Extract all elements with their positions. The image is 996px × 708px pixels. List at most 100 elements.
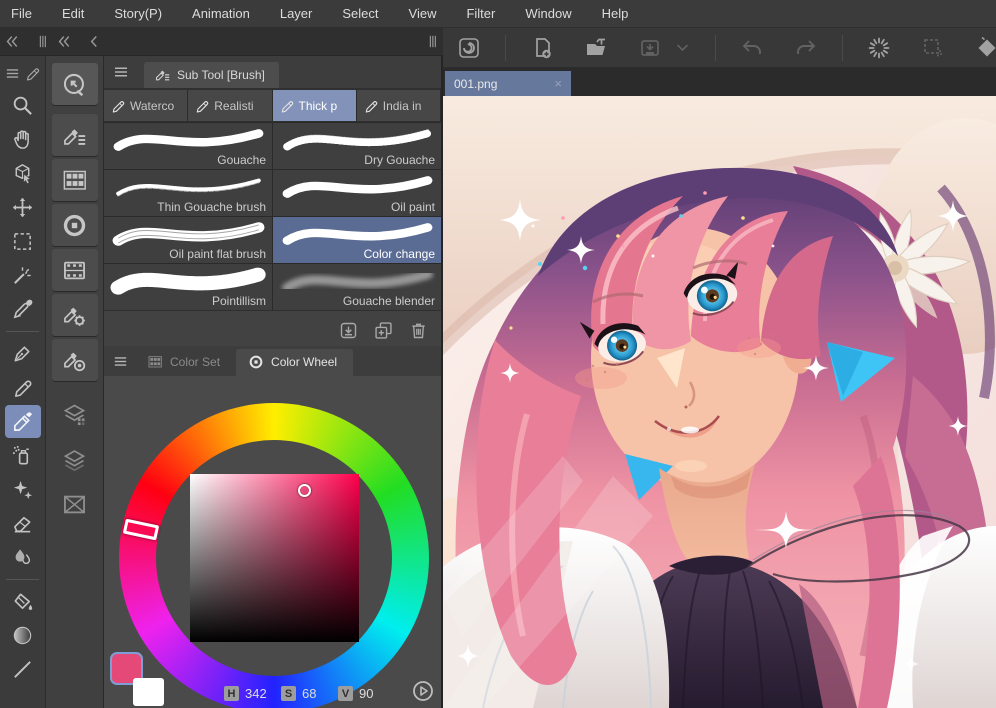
eyedropper-tool[interactable]	[5, 293, 41, 326]
hand-tool[interactable]	[5, 123, 41, 156]
tab-color-wheel[interactable]: Color Wheel	[236, 349, 353, 376]
snap-burst-icon[interactable]	[867, 36, 891, 60]
eraser-tool[interactable]	[5, 507, 41, 540]
fill-tool[interactable]	[5, 585, 41, 618]
layer-property-palette[interactable]	[52, 393, 98, 435]
deselect-icon[interactable]	[921, 36, 945, 60]
color-wheel-palette[interactable]	[52, 204, 98, 246]
color-panel: Color SetColor Wheel H342S68V90	[104, 346, 443, 708]
new-document-icon[interactable]	[530, 36, 554, 60]
panel-menu-icon[interactable]	[112, 353, 129, 370]
delete-sub-tool-icon[interactable]	[408, 320, 429, 341]
menu-file[interactable]: File	[0, 0, 47, 28]
color-set-palette[interactable]	[52, 159, 98, 201]
redo-icon[interactable]	[794, 36, 818, 60]
brush-tool[interactable]	[5, 405, 41, 438]
chevron-left-icon[interactable]	[86, 33, 103, 50]
tool-property-palette[interactable]	[52, 294, 98, 336]
brush-group-tab-indiain[interactable]: India in	[357, 90, 441, 121]
pencil-tool[interactable]	[5, 371, 41, 404]
app-logo-icon[interactable]	[457, 36, 481, 60]
brush-group-tab-thickp[interactable]: Thick p	[273, 90, 357, 121]
selection-tool[interactable]	[5, 225, 41, 258]
figure-icon	[11, 658, 34, 681]
brush-item-dry-gouache[interactable]: Dry Gouache	[273, 123, 441, 169]
close-icon[interactable]: ×	[554, 76, 571, 91]
document-tab[interactable]: 001.png ×	[445, 71, 571, 96]
menu-edit[interactable]: Edit	[47, 0, 99, 28]
quick-access-icon	[61, 71, 88, 98]
hsv-value-h: 342	[245, 686, 267, 701]
zoom-tool[interactable]	[5, 89, 41, 122]
collapse-double-left-icon[interactable]	[56, 33, 73, 50]
material-icon	[61, 257, 88, 284]
marker-icon	[11, 376, 34, 399]
brush-item-label: Thin Gouache brush	[157, 200, 266, 214]
open-file-icon[interactable]	[584, 36, 608, 60]
menu-help[interactable]: Help	[587, 0, 644, 28]
brush-item-label: Pointillism	[212, 294, 266, 308]
import-sub-tool-icon[interactable]	[338, 320, 359, 341]
pen-tool[interactable]	[5, 337, 41, 370]
navigator-palette[interactable]	[52, 483, 98, 525]
fill-tool-icon[interactable]	[975, 36, 996, 60]
menu-storyp[interactable]: Story(P)	[99, 0, 177, 28]
color-mixer-toggle-icon[interactable]	[411, 679, 435, 703]
clip-studio-paint-window: FileEditStory(P)AnimationLayerSelectView…	[0, 0, 996, 708]
grip-icon[interactable]	[424, 33, 441, 50]
layer-palette[interactable]	[52, 438, 98, 480]
hand-icon	[11, 128, 34, 151]
brush-item-label: Gouache	[217, 153, 266, 167]
figure-tool[interactable]	[5, 653, 41, 686]
gradient-tool[interactable]	[5, 619, 41, 652]
sub-color-swatch[interactable]	[133, 678, 164, 706]
blend-icon	[11, 546, 34, 569]
save-file-icon[interactable]	[638, 36, 662, 60]
menu-layer[interactable]: Layer	[265, 0, 328, 28]
palette-menu-icon[interactable]	[4, 65, 21, 82]
brush-item-label: Oil paint	[391, 200, 435, 214]
brush-group-tab-realisti[interactable]: Realisti	[188, 90, 272, 121]
canvas-viewport[interactable]	[443, 96, 996, 708]
duplicate-sub-tool-icon[interactable]	[373, 320, 394, 341]
brush-item-thin-gouache-brush[interactable]: Thin Gouache brush	[104, 170, 272, 216]
brush-group-tab-waterco[interactable]: Waterco	[104, 90, 188, 121]
brush-item-oil-paint[interactable]: Oil paint	[273, 170, 441, 216]
sub-tool-palette[interactable]	[52, 114, 98, 156]
airbrush-tool[interactable]	[5, 439, 41, 472]
brush-item-gouache-blender[interactable]: Gouache blender	[273, 264, 441, 310]
current-tool-icon[interactable]	[24, 65, 41, 82]
color-panel-tabs: Color SetColor Wheel	[104, 346, 441, 376]
auto-select-tool[interactable]	[5, 259, 41, 292]
chevron-down-icon[interactable]	[674, 39, 691, 56]
layer-property-icon	[61, 401, 88, 428]
operation-tool[interactable]	[5, 157, 41, 190]
move-tool[interactable]	[5, 191, 41, 224]
tab-color-set[interactable]: Color Set	[135, 349, 236, 376]
quick-access-palette[interactable]	[52, 63, 98, 105]
brush-item-gouache[interactable]: Gouache	[104, 123, 272, 169]
brush-item-oil-paint-flat-brush[interactable]: Oil paint flat brush	[104, 217, 272, 263]
undo-icon[interactable]	[740, 36, 764, 60]
hsv-readout: H342S68V90	[224, 686, 389, 701]
menu-view[interactable]: View	[394, 0, 452, 28]
material-palette[interactable]	[52, 249, 98, 291]
brush-size-palette[interactable]	[52, 339, 98, 381]
brush-item-label: Color change	[364, 247, 435, 261]
color-wheel-area: H342S68V90	[104, 376, 443, 708]
grip-icon[interactable]	[34, 33, 51, 50]
brush-list-actions	[104, 310, 441, 349]
panel-menu-icon[interactable]	[112, 63, 130, 81]
menu-filter[interactable]: Filter	[451, 0, 510, 28]
toolbar-separator	[842, 35, 843, 61]
decoration-tool[interactable]	[5, 473, 41, 506]
brush-item-color-change[interactable]: Color change	[273, 217, 441, 263]
sub-tool-panel-tab[interactable]: Sub Tool [Brush]	[144, 62, 279, 88]
menu-animation[interactable]: Animation	[177, 0, 265, 28]
saturation-value-square[interactable]	[190, 474, 359, 642]
blend-tool[interactable]	[5, 541, 41, 574]
menu-window[interactable]: Window	[510, 0, 586, 28]
brush-item-pointillism[interactable]: Pointillism	[104, 264, 272, 310]
collapse-double-left-icon[interactable]	[4, 33, 21, 50]
menu-select[interactable]: Select	[327, 0, 393, 28]
